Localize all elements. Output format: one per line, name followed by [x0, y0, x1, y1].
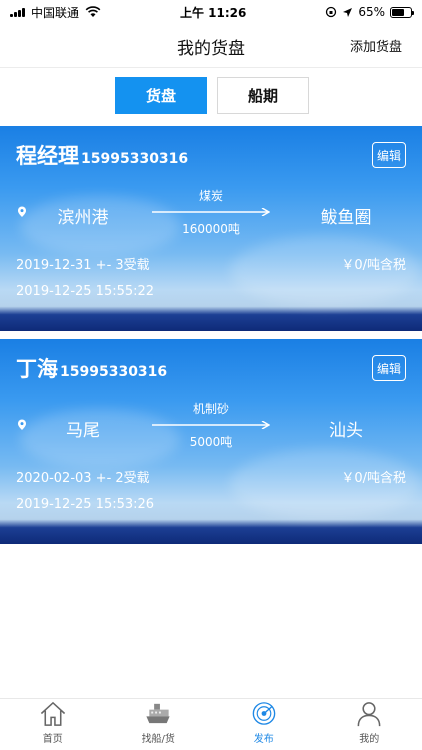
contact-name: 程经理 [16, 144, 79, 168]
destination-port: 汕头 [329, 421, 363, 441]
tab-publish[interactable]: 发布 [211, 699, 317, 750]
tab-bar: 首页 找船/货 发布 我的 [0, 698, 422, 750]
price: ￥0/吨含税 [341, 258, 406, 273]
wifi-icon [85, 6, 101, 17]
cargo-card[interactable]: 程经理 15995330316 编辑 滨州港 煤炭 160000吨 鲅鱼圈 201… [0, 126, 422, 331]
contact-info: 丁海 15995330316 [16, 353, 167, 383]
tab-label: 我的 [359, 734, 380, 745]
home-icon [40, 701, 65, 726]
cargo-type: 煤炭 [198, 189, 223, 203]
location-pin-icon [18, 419, 26, 430]
publish-icon [252, 702, 276, 725]
tab-profile[interactable]: 我的 [317, 699, 422, 750]
tab-schedule[interactable]: 船期 [217, 77, 309, 114]
posted-time: 2019-12-25 15:53:26 [16, 497, 155, 512]
posted-time: 2019-12-25 15:55:22 [16, 284, 155, 299]
tab-label: 首页 [42, 734, 63, 745]
cargo-tonnage: 160000吨 [182, 222, 240, 236]
cargo-card[interactable]: 丁海 15995330316 编辑 马尾 机制砂 5000吨 汕头 2020-02… [0, 339, 422, 544]
rotation-lock-icon [326, 6, 337, 18]
tab-find-ship[interactable]: 找船/货 [106, 699, 212, 750]
tab-cargo[interactable]: 货盘 [115, 77, 207, 114]
origin-port: 马尾 [66, 421, 100, 441]
tab-label: 找船/货 [141, 734, 175, 745]
signal-icon [10, 7, 25, 17]
nav-bar: 我的货盘 添加货盘 [0, 24, 422, 68]
cargo-type: 机制砂 [192, 402, 229, 416]
tab-label: 发布 [253, 734, 274, 745]
segment-control: 货盘 船期 [115, 77, 309, 114]
status-bar: 中国联通 上午 11:26 65% [0, 0, 422, 24]
route-arrow-icon [152, 421, 270, 429]
route-arrow-icon [152, 208, 270, 216]
edit-button[interactable]: 编辑 [372, 142, 406, 168]
add-cargo-button[interactable]: 添加货盘 [350, 36, 402, 55]
user-icon [357, 702, 381, 727]
contact-info: 程经理 15995330316 [16, 140, 188, 170]
contact-name: 丁海 [16, 357, 58, 381]
location-pin-icon [18, 206, 26, 217]
destination-port: 鲅鱼圈 [320, 208, 372, 228]
edit-button[interactable]: 编辑 [372, 355, 406, 381]
location-arrow-icon [343, 7, 353, 17]
contact-phone: 15995330316 [60, 364, 168, 380]
ship-icon [146, 703, 170, 724]
battery-icon [389, 6, 414, 18]
load-window: 2020-02-03 +- 2受载 [16, 471, 150, 486]
contact-phone: 15995330316 [81, 151, 189, 167]
carrier-label: 中国联通 [31, 5, 80, 20]
clock: 上午 11:26 [179, 5, 247, 20]
origin-port: 滨州港 [57, 208, 109, 228]
price: ￥0/吨含税 [341, 471, 406, 486]
load-window: 2019-12-31 +- 3受载 [16, 258, 150, 273]
battery-percent: 65% [358, 5, 385, 19]
cargo-tonnage: 5000吨 [189, 435, 233, 449]
tab-home[interactable]: 首页 [0, 699, 106, 750]
